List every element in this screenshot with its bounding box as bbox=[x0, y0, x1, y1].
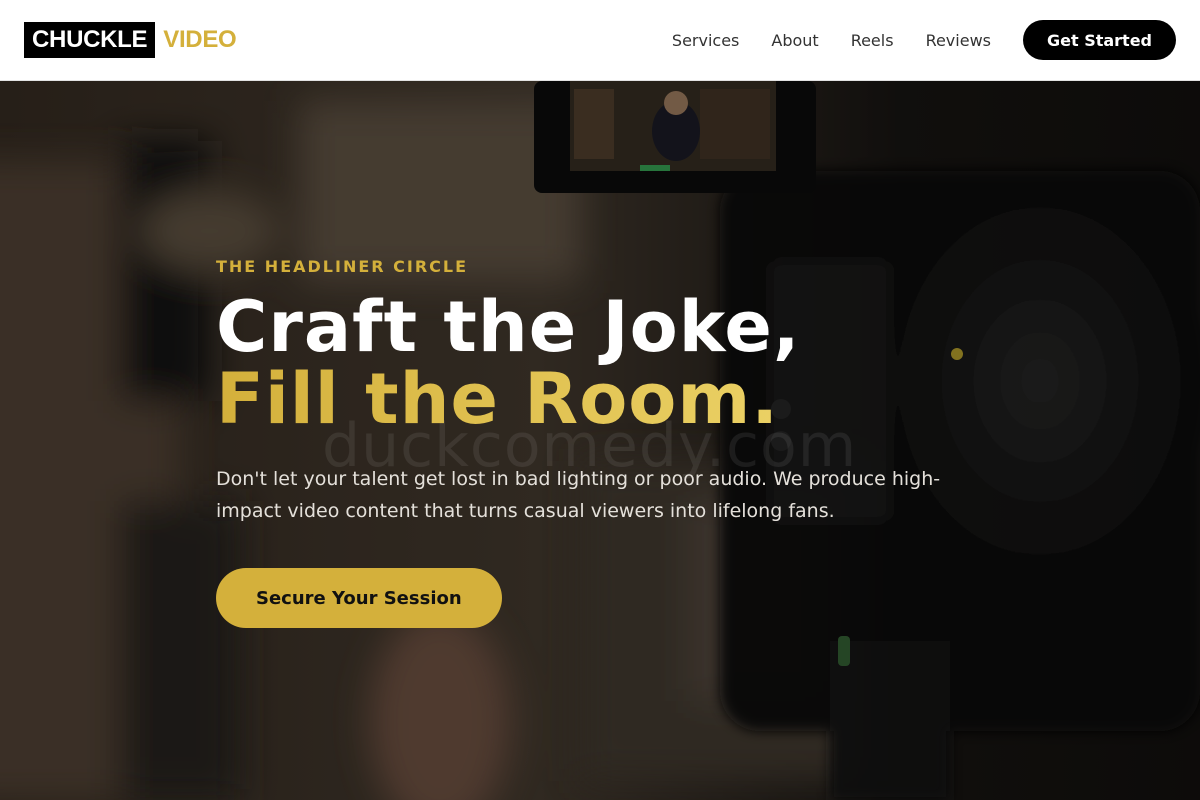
logo-accent: VIDEO bbox=[163, 26, 237, 53]
site-header: CHUCKLE VIDEO Services About Reels Revie… bbox=[0, 0, 1200, 81]
nav-link-reviews[interactable]: Reviews bbox=[926, 31, 991, 50]
hero-description: Don't let your talent get lost in bad li… bbox=[216, 468, 941, 522]
hero-headline: Craft the Joke, Fill the Room. bbox=[216, 291, 800, 435]
logo[interactable]: CHUCKLE VIDEO bbox=[24, 22, 237, 58]
main-nav: Services About Reels Reviews Get Started bbox=[672, 20, 1176, 60]
headline-line-1: Craft the Joke, bbox=[216, 286, 801, 368]
hero-eyebrow: THE HEADLINER CIRCLE bbox=[216, 257, 469, 276]
nav-link-about[interactable]: About bbox=[771, 31, 818, 50]
nav-link-reels[interactable]: Reels bbox=[851, 31, 894, 50]
logo-primary: CHUCKLE bbox=[24, 22, 156, 58]
headline-line-2: Fill the Room. bbox=[216, 363, 800, 435]
nav-link-services[interactable]: Services bbox=[672, 31, 739, 50]
get-started-button[interactable]: Get Started bbox=[1022, 20, 1176, 60]
secure-session-button[interactable]: Secure Your Session bbox=[216, 568, 502, 628]
hero-section: duckcomedy.com THE HEADLINER CIRCLE Craf… bbox=[0, 81, 1200, 800]
